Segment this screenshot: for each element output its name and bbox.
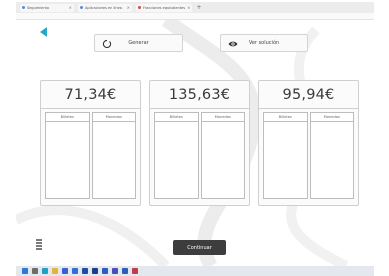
tab-label: Seguimiento xyxy=(27,5,50,10)
photos-icon[interactable] xyxy=(92,268,98,274)
teams-icon[interactable] xyxy=(112,268,118,274)
generate-button[interactable]: Generar xyxy=(94,34,183,52)
continue-button[interactable]: Continuar xyxy=(173,240,226,255)
amount-label: 95,94€ xyxy=(259,81,358,109)
bills-drop-zone[interactable]: Billetes xyxy=(45,112,90,199)
store-icon[interactable] xyxy=(62,268,68,274)
amount-label: 71,34€ xyxy=(41,81,140,109)
word-icon[interactable] xyxy=(122,268,128,274)
mail-icon[interactable] xyxy=(72,268,78,274)
eye-icon xyxy=(228,41,238,47)
tab-label: Fracciones equivalentes xyxy=(143,5,186,10)
tab-favicon-icon xyxy=(138,6,141,9)
address-bar[interactable] xyxy=(16,13,374,20)
exercise-app: Generar Ver solución 71,34€ Billetes Mon… xyxy=(16,20,374,266)
tab-label: Aplicaciones en línea xyxy=(85,5,122,10)
taskbar xyxy=(16,266,374,276)
browser-tab[interactable]: Fracciones equivalentes × xyxy=(136,3,193,12)
files-icon[interactable] xyxy=(52,268,58,274)
browser-tab-bar: Seguimiento × Aplicaciones en línea × Fr… xyxy=(16,2,374,13)
coins-drop-zone[interactable]: Monedas xyxy=(200,112,245,199)
bills-header: Billetes xyxy=(155,113,198,122)
calendar-icon[interactable] xyxy=(82,268,88,274)
side-widget-handle[interactable] xyxy=(36,239,42,253)
money-card: 71,34€ Billetes Monedas xyxy=(40,80,141,206)
coins-header: Monedas xyxy=(310,113,353,122)
browser-tab[interactable]: Aplicaciones en línea × xyxy=(78,3,132,12)
coins-drop-zone[interactable]: Monedas xyxy=(309,112,354,199)
back-arrow-icon[interactable] xyxy=(40,27,48,37)
refresh-circle-icon xyxy=(102,39,112,49)
edge-icon[interactable] xyxy=(42,268,48,274)
browser-tab[interactable]: Seguimiento × xyxy=(20,3,74,12)
tab-favicon-icon xyxy=(22,6,25,9)
tab-favicon-icon xyxy=(80,6,83,9)
search-icon[interactable] xyxy=(32,268,38,274)
tab-close-icon[interactable]: × xyxy=(127,5,130,10)
windows-icon[interactable] xyxy=(22,268,28,274)
view-solution-button[interactable]: Ver solución xyxy=(220,34,308,52)
bills-drop-zone[interactable]: Billetes xyxy=(154,112,199,199)
new-tab-button[interactable]: + xyxy=(196,4,201,11)
bills-header: Billetes xyxy=(46,113,89,122)
tab-close-icon[interactable]: × xyxy=(69,5,72,10)
coins-drop-zone[interactable]: Monedas xyxy=(91,112,136,199)
amount-label: 135,63€ xyxy=(150,81,249,109)
settings-icon[interactable] xyxy=(102,268,108,274)
money-card: 135,63€ Billetes Monedas xyxy=(149,80,250,206)
coins-header: Monedas xyxy=(201,113,244,122)
coins-header: Monedas xyxy=(92,113,135,122)
excel-icon[interactable] xyxy=(132,268,138,274)
money-card: 95,94€ Billetes Monedas xyxy=(258,80,359,206)
tab-close-icon[interactable]: × xyxy=(187,5,190,10)
bills-drop-zone[interactable]: Billetes xyxy=(263,112,308,199)
bills-header: Billetes xyxy=(264,113,307,122)
